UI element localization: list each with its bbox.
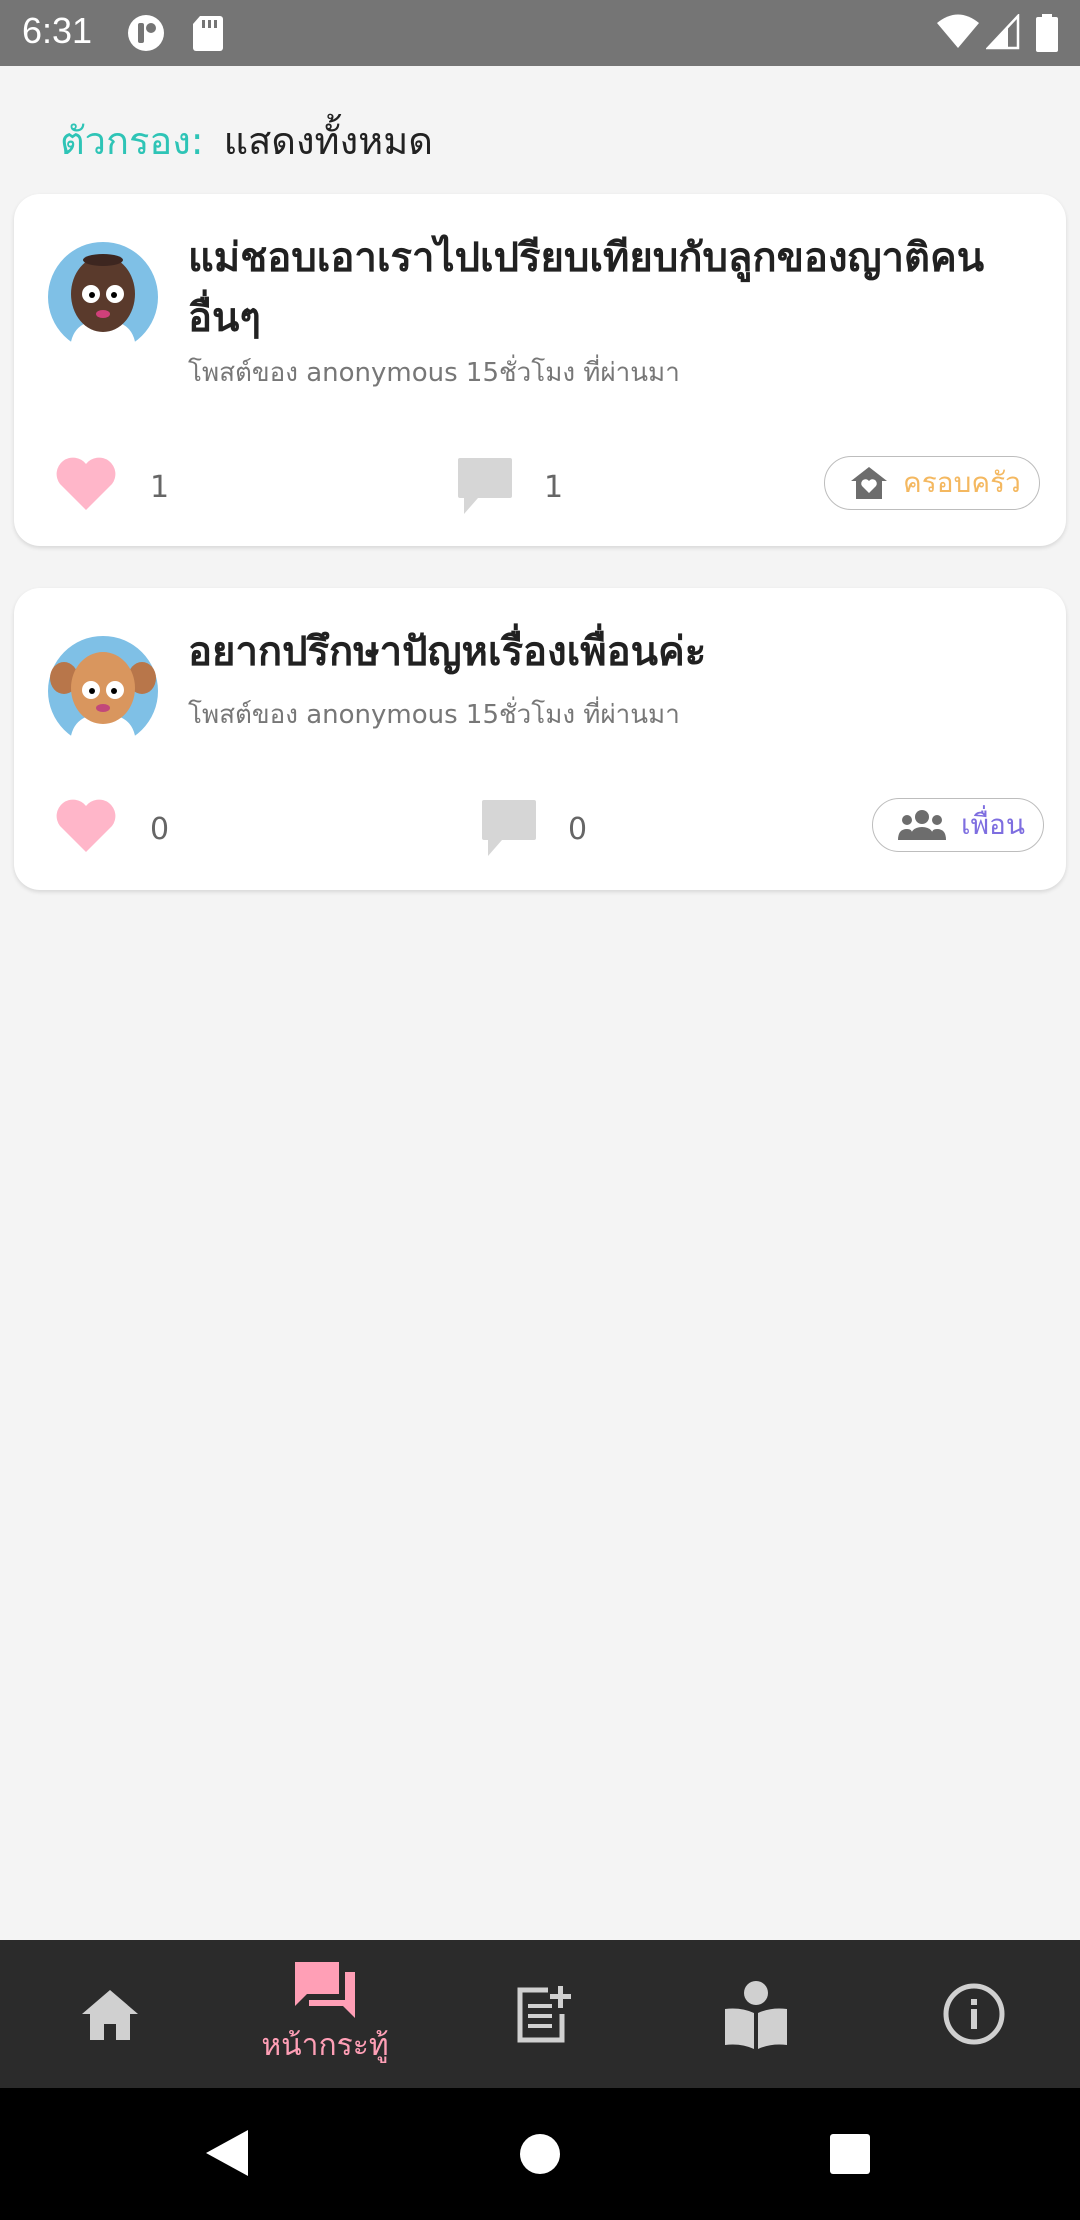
app-notification-icon xyxy=(128,15,164,51)
info-icon xyxy=(943,1983,1005,2045)
nav-forum[interactable]: หน้ากระทู้ xyxy=(230,1940,420,2088)
user-avatar-icon xyxy=(48,242,158,352)
people-icon xyxy=(898,810,946,840)
comment-icon[interactable] xyxy=(480,798,538,858)
like-count: 0 xyxy=(150,812,170,847)
filter-value[interactable]: แสดงทั้งหมด xyxy=(224,119,433,163)
post-meta: โพสต์ของ anonymous 15ชั่วโมง ที่ผ่านมา xyxy=(188,358,680,388)
home-button-icon[interactable] xyxy=(519,2133,561,2175)
user-avatar-icon xyxy=(48,636,158,746)
category-tag-friend[interactable]: เพื่อน xyxy=(872,798,1044,852)
tag-label: เพื่อน xyxy=(961,808,1025,841)
nav-info[interactable] xyxy=(914,1940,1034,2088)
comment-count: 1 xyxy=(544,470,564,505)
filter-label: ตัวกรอง: xyxy=(60,119,204,163)
status-bar: 6:31 xyxy=(0,0,1080,66)
post-card[interactable]: แม่ชอบเอาเราไปเปรียบเทียบกับลูกของญาติคน… xyxy=(14,194,1066,546)
nav-library[interactable] xyxy=(696,1940,816,2088)
like-count: 1 xyxy=(150,470,170,505)
nav-home[interactable] xyxy=(50,1940,170,2088)
post-title[interactable]: อยากปรึกษาปัญหเรื่องเพื่อนค่ะ xyxy=(188,622,1036,682)
category-tag-family[interactable]: ครอบครัว xyxy=(824,456,1040,510)
post-meta: โพสต์ของ anonymous 15ชั่วโมง ที่ผ่านมา xyxy=(188,700,680,730)
comment-icon[interactable] xyxy=(456,456,514,516)
forum-icon xyxy=(295,1961,355,2018)
sd-card-icon xyxy=(193,16,223,51)
back-icon[interactable] xyxy=(204,2128,250,2178)
post-add-icon xyxy=(517,1986,571,2043)
nav-new-post[interactable] xyxy=(484,1940,604,2088)
post-title[interactable]: แม่ชอบเอาเราไปเปรียบเทียบกับลูกของญาติคน… xyxy=(188,228,1036,348)
signal-icon xyxy=(986,14,1020,50)
house-heart-icon xyxy=(851,467,887,499)
status-time: 6:31 xyxy=(22,10,93,51)
bottom-navigation: หน้ากระทู้ xyxy=(0,1940,1080,2088)
heart-icon[interactable] xyxy=(54,454,118,512)
system-navigation-bar xyxy=(0,2088,1080,2220)
recents-icon[interactable] xyxy=(829,2133,871,2175)
comment-count: 0 xyxy=(568,812,588,847)
home-icon xyxy=(82,1990,138,2040)
post-card[interactable]: อยากปรึกษาปัญหเรื่องเพื่อนค่ะ โพสต์ของ a… xyxy=(14,588,1066,890)
battery-icon xyxy=(1036,14,1058,52)
heart-icon[interactable] xyxy=(54,796,118,854)
filter-row[interactable]: ตัวกรอง: แสดงทั้งหมด xyxy=(60,110,433,171)
tag-label: ครอบครัว xyxy=(903,466,1021,499)
nav-forum-label: หน้ากระทู้ xyxy=(261,2027,389,2063)
book-reader-icon xyxy=(725,1981,787,2049)
wifi-icon xyxy=(937,14,979,48)
